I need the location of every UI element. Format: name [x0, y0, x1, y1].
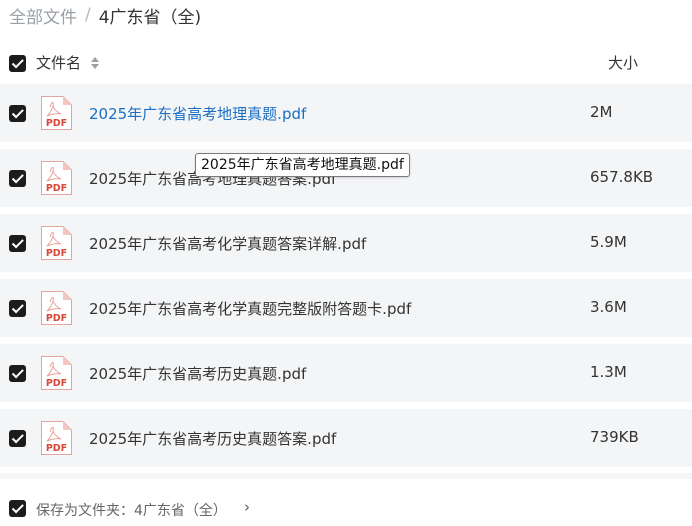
list-item[interactable]: PDF 2025年广东省高考化学真题完整版附答题卡.pdf 3.6M — [0, 279, 692, 337]
pdf-icon-label: PDF — [46, 118, 67, 129]
file-name[interactable]: 2025年广东省高考历史真题.pdf — [89, 363, 306, 384]
file-table-header: 文件名 大小 — [0, 48, 692, 78]
list-item[interactable]: PDF 2025年广东省高考地理真题.pdf 2M — [0, 84, 692, 142]
pdf-icon-label: PDF — [46, 313, 67, 324]
pdf-icon-label: PDF — [46, 378, 67, 389]
file-name[interactable]: 2025年广东省高考地理真题.pdf — [89, 103, 306, 124]
pdf-icon-label: PDF — [46, 183, 67, 194]
file-size: 2M — [590, 103, 613, 121]
breadcrumb-separator: / — [85, 5, 91, 25]
list-item-partial — [0, 473, 692, 479]
list-item[interactable]: PDF 2025年广东省高考历史真题答案.pdf 739KB — [0, 409, 692, 467]
column-header-name[interactable]: 文件名 — [36, 52, 81, 73]
pdf-icon: PDF — [40, 420, 73, 456]
list-item[interactable]: PDF 2025年广东省高考历史真题.pdf 1.3M — [0, 344, 692, 402]
file-size: 739KB — [590, 428, 639, 446]
column-header-size: 大小 — [608, 54, 639, 72]
save-folder-label[interactable]: 保存为文件夹：4广东省（全） — [36, 500, 227, 520]
select-all-checkbox[interactable] — [9, 55, 26, 72]
pdf-icon-label: PDF — [46, 248, 67, 259]
breadcrumb-current: 4广东省（全) — [98, 7, 202, 28]
save-folder-bar: 保存为文件夹：4广东省（全） › — [0, 493, 692, 523]
file-size: 1.3M — [590, 363, 627, 381]
row-checkbox[interactable] — [9, 365, 26, 382]
pdf-icon: PDF — [40, 355, 73, 391]
pdf-icon: PDF — [40, 95, 73, 131]
list-item[interactable]: PDF 2025年广东省高考化学真题答案详解.pdf 5.9M — [0, 214, 692, 272]
row-checkbox[interactable] — [9, 170, 26, 187]
breadcrumb: 全部文件 / 4广东省（全) — [9, 3, 202, 28]
file-size: 3.6M — [590, 298, 627, 316]
file-size: 5.9M — [590, 233, 627, 251]
row-checkbox[interactable] — [9, 235, 26, 252]
file-name[interactable]: 2025年广东省高考历史真题答案.pdf — [89, 428, 336, 449]
pdf-icon: PDF — [40, 290, 73, 326]
sort-icon[interactable] — [90, 56, 100, 70]
pdf-icon: PDF — [40, 160, 73, 196]
chevron-right-icon[interactable]: › — [244, 498, 250, 516]
breadcrumb-root[interactable]: 全部文件 — [9, 3, 77, 28]
row-checkbox[interactable] — [9, 105, 26, 122]
file-size: 657.8KB — [590, 168, 654, 186]
save-folder-checkbox[interactable] — [9, 500, 26, 517]
pdf-icon: PDF — [40, 225, 73, 261]
row-checkbox[interactable] — [9, 300, 26, 317]
pdf-icon-label: PDF — [46, 443, 67, 454]
row-checkbox[interactable] — [9, 430, 26, 447]
filename-tooltip: 2025年广东省高考地理真题.pdf — [195, 153, 410, 177]
file-name[interactable]: 2025年广东省高考化学真题完整版附答题卡.pdf — [89, 298, 411, 319]
file-name[interactable]: 2025年广东省高考化学真题答案详解.pdf — [89, 233, 366, 254]
